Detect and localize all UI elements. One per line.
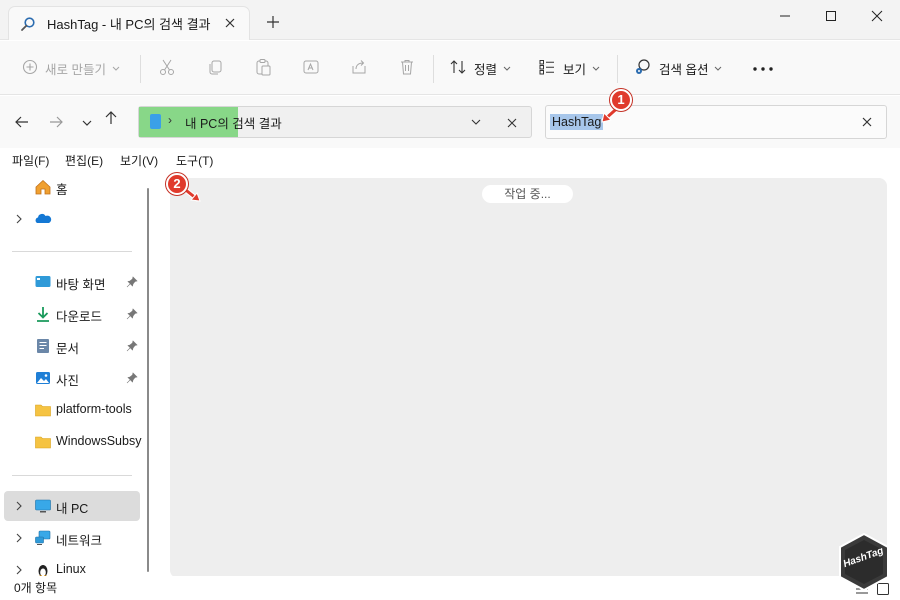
search-settings-icon [634, 58, 652, 79]
chevron-right-icon[interactable] [13, 532, 25, 544]
sidebar-item-pictures[interactable]: 사진 [4, 363, 140, 393]
sort-arrows-icon [449, 58, 467, 79]
sort-button[interactable]: 정렬 [449, 55, 511, 81]
folder-icon [34, 401, 52, 419]
this-pc-icon [34, 497, 52, 515]
onedrive-cloud-icon [34, 210, 52, 228]
recent-locations-chevron-icon[interactable] [80, 116, 96, 132]
menu-file[interactable]: 파일(F) [12, 152, 49, 169]
menu-tools[interactable]: 도구(T) [176, 152, 213, 169]
this-pc-location-icon [150, 114, 161, 129]
sidebar-item-downloads[interactable]: 다운로드 [4, 299, 140, 329]
sidebar-item-windowssubsystem[interactable]: WindowsSubsys [4, 427, 142, 457]
sidebar-item-home[interactable]: 홈 [4, 172, 140, 202]
sidebar-item-platform-tools[interactable]: platform-tools [4, 395, 140, 425]
chevron-right-icon[interactable] [13, 213, 25, 225]
more-options-button[interactable] [752, 55, 774, 81]
pin-icon[interactable] [126, 340, 138, 352]
download-icon [34, 305, 52, 323]
pin-icon[interactable] [126, 372, 138, 384]
sidebar-item-this-pc[interactable]: 내 PC [4, 491, 140, 521]
breadcrumb-chevron-icon[interactable]: › [168, 113, 172, 127]
item-count: 0개 항목 [14, 581, 58, 595]
tab-title: HashTag - 내 PC의 검색 결과 [47, 17, 211, 32]
chevron-down-icon [592, 61, 600, 75]
file-list-area[interactable] [170, 178, 887, 578]
close-window-icon[interactable] [854, 0, 900, 32]
cut-button[interactable] [158, 55, 176, 81]
navigation-pane: 홈 바탕 화면 다운로드 문서 사진 platform-tools Window… [0, 172, 155, 578]
copy-icon [206, 58, 224, 79]
title-bar: HashTag - 내 PC의 검색 결과 [0, 0, 900, 40]
clear-search-icon[interactable] [861, 116, 873, 128]
hashtag-watermark-logo: HashTag [839, 532, 889, 592]
annotation-badge-2: 2 [166, 173, 188, 195]
address-close-icon[interactable] [507, 117, 517, 131]
chevron-down-icon [503, 61, 511, 75]
chevron-down-icon [112, 61, 120, 75]
folder-icon [34, 433, 52, 451]
back-arrow-icon[interactable] [14, 114, 30, 130]
minimize-icon[interactable] [762, 0, 808, 32]
rename-icon [302, 58, 320, 79]
paste-icon [254, 58, 272, 79]
search-query-text[interactable]: HashTag [550, 114, 604, 130]
network-icon [34, 529, 52, 547]
new-button[interactable]: 새로 만들기 [22, 55, 120, 81]
sidebar-item-desktop[interactable]: 바탕 화면 [4, 267, 140, 297]
sidebar-item-network[interactable]: 네트워크 [4, 523, 140, 553]
rename-button[interactable] [302, 55, 320, 81]
scissors-icon [158, 58, 176, 79]
sidebar-divider [12, 475, 132, 476]
desktop-icon [34, 273, 52, 291]
view-list-icon [538, 58, 556, 79]
chevron-right-icon[interactable] [13, 500, 25, 512]
sidebar-divider [12, 251, 132, 252]
document-icon [34, 337, 52, 355]
home-icon [34, 178, 52, 196]
copy-button[interactable] [206, 55, 224, 81]
close-tab-icon[interactable] [223, 16, 237, 30]
add-circle-icon [22, 59, 38, 78]
pin-icon[interactable] [126, 308, 138, 320]
sidebar-item-documents[interactable]: 문서 [4, 331, 140, 361]
toolbar-divider [617, 55, 618, 83]
search-icon [19, 15, 37, 33]
status-bar: 0개 항목 [0, 576, 900, 600]
working-status-pill: 작업 중... [482, 185, 573, 203]
menu-edit[interactable]: 편집(E) [65, 152, 103, 169]
search-options-button[interactable]: 검색 옵션 [634, 55, 722, 81]
toolbar-divider [140, 55, 141, 83]
view-button[interactable]: 보기 [538, 55, 600, 81]
annotation-badge-1: 1 [610, 89, 632, 111]
address-dropdown-chevron-icon[interactable] [470, 116, 482, 130]
trash-icon [398, 58, 416, 79]
new-tab-icon[interactable] [265, 14, 281, 30]
share-button[interactable] [350, 55, 368, 81]
share-icon [350, 58, 368, 79]
chevron-down-icon [714, 61, 722, 75]
toolbar-divider [433, 55, 434, 83]
pictures-icon [34, 369, 52, 387]
maximize-icon[interactable] [808, 0, 854, 32]
forward-arrow-icon[interactable] [48, 114, 64, 130]
breadcrumb-location[interactable]: 내 PC의 검색 결과 [185, 113, 282, 132]
menu-view[interactable]: 보기(V) [120, 152, 158, 169]
command-bar: 새로 만들기 정렬 보기 검색 옵션 [0, 41, 900, 95]
pin-icon[interactable] [126, 276, 138, 288]
delete-button[interactable] [398, 55, 416, 81]
paste-button[interactable] [254, 55, 272, 81]
sidebar-item-onedrive[interactable] [4, 204, 140, 234]
up-arrow-icon[interactable] [103, 110, 119, 126]
sidebar-scrollbar[interactable] [147, 188, 149, 572]
chevron-right-icon[interactable] [13, 564, 25, 576]
menu-bar: 파일(F) 편집(E) 보기(V) 도구(T) [0, 150, 900, 172]
more-dots-icon [752, 61, 774, 75]
tab-search-results[interactable]: HashTag - 내 PC의 검색 결과 [8, 6, 250, 40]
